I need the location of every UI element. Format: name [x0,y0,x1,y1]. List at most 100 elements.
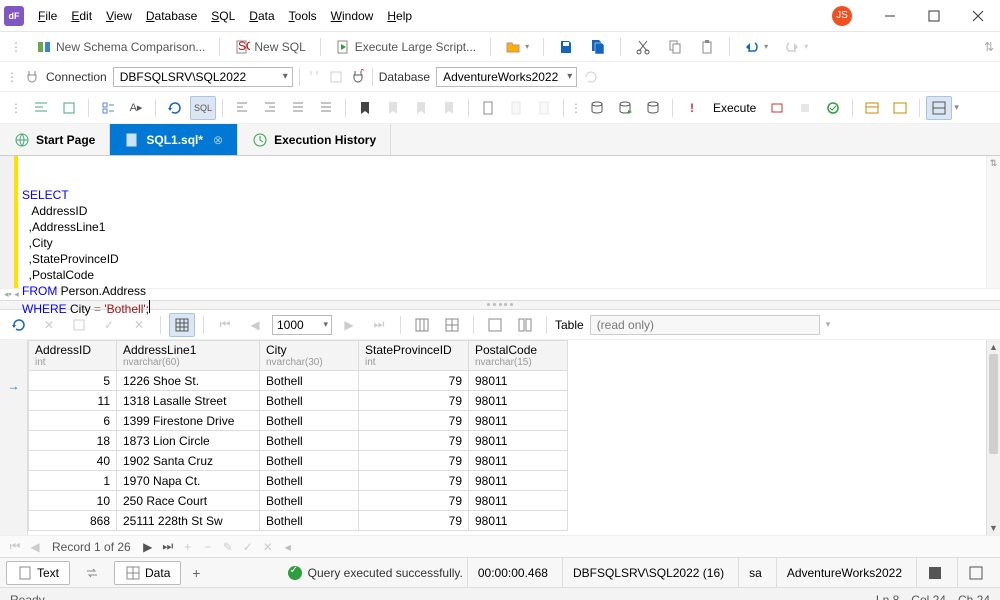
result-tab-text[interactable]: Text [6,561,70,585]
paste-button[interactable] [693,36,721,58]
page-size-combo[interactable]: 1000 [272,315,332,335]
nav-next-icon[interactable]: ▶ [139,540,157,554]
table-row[interactable]: 61399 Firestone DriveBothell7998011 [29,411,568,431]
titlebar: dF FileEditViewDatabaseSQLDataToolsWindo… [0,0,1000,32]
save-all-button[interactable] [584,36,612,58]
history-icon [252,132,268,148]
user-badge[interactable]: JS [832,6,852,26]
tab-execution-history[interactable]: Execution History [238,124,391,155]
menu-tools[interactable]: Tools [283,5,323,27]
menu-window[interactable]: Window [325,5,380,27]
toolbar-sql: ⋮ A▸ SQL ⋮ ! Execute ▾ [0,92,1000,124]
bookmark-clear-icon[interactable] [436,96,462,120]
table-row[interactable]: 11970 Napa Ct.Bothell7998011 [29,471,568,491]
col-addressline1[interactable]: AddressLine1nvarchar(60) [117,341,260,371]
new-connection-icon[interactable]: * [350,69,366,85]
bookmark-icon[interactable] [352,96,378,120]
table-row[interactable]: 401902 Santa CruzBothell7998011 [29,451,568,471]
minimize-button[interactable] [872,4,908,28]
print-icon[interactable] [531,96,557,120]
results-pane-icon[interactable] [926,96,952,120]
db-play-icon[interactable] [612,96,638,120]
layout-toggle-2[interactable] [957,558,994,587]
result-tab-data[interactable]: Data [114,561,181,585]
grid-view-icon[interactable] [859,96,885,120]
col-city[interactable]: Citynvarchar(30) [260,341,359,371]
col-postalcode[interactable]: PostalCodenvarchar(15) [469,341,568,371]
new-schema-comparison-button[interactable]: New Schema Comparison... [30,36,211,58]
splitter[interactable] [0,300,1000,310]
menu-database[interactable]: Database [140,5,203,27]
view4-icon[interactable] [512,313,538,337]
server-icon[interactable] [328,69,344,85]
database-combo[interactable]: AdventureWorks2022 [436,67,577,87]
editor-hscroll[interactable]: ◂▪ ◂ [0,288,1000,300]
tab-sql-file[interactable]: SQL1.sql* ⊗ [110,124,238,155]
menu-data[interactable]: Data [243,5,280,27]
minimap[interactable]: ⇅ [986,156,1000,288]
col-stateprovinceid[interactable]: StateProvinceIDint [359,341,469,371]
indent-left-icon[interactable] [229,96,255,120]
view3-icon[interactable] [482,313,508,337]
table-row[interactable]: 51226 Shoe St.Bothell7998011 [29,371,568,391]
maximize-button[interactable] [916,4,952,28]
sql-editor[interactable]: SELECT AddressID ,AddressLine1 ,City ,St… [0,156,1000,288]
results-toolbar: ✕ ✓ ✕ ⏮ ◀ 1000 ▶ ⏭ Table (read only) ▾ [0,310,1000,340]
table-label: Table [555,318,584,332]
wrap-icon[interactable] [56,96,82,120]
add-result-tab[interactable]: + [185,565,207,581]
col-addressid[interactable]: AddressIDint [29,341,117,371]
table-row[interactable]: 181873 Lion CircleBothell7998011 [29,431,568,451]
bookmark-prev-icon[interactable] [380,96,406,120]
disconnect-icon[interactable] [306,69,322,85]
refresh-db-icon[interactable] [583,69,599,85]
view2-icon[interactable] [439,313,465,337]
results-grid[interactable]: AddressIDintAddressLine1nvarchar(60)City… [28,340,1000,535]
outline-icon[interactable] [95,96,121,120]
refresh-icon[interactable] [162,96,188,120]
table-row[interactable]: 10250 Race CourtBothell7998011 [29,491,568,511]
comment-icon[interactable] [285,96,311,120]
save-doc-icon[interactable] [503,96,529,120]
layout-toggle-1[interactable] [916,558,953,587]
grid-mode-icon[interactable] [169,313,195,337]
commit-icon[interactable] [820,96,846,120]
bookmark-next-icon[interactable] [408,96,434,120]
execute-step-icon[interactable] [764,96,790,120]
connection-combo[interactable]: DBFSQLSRV\SQL2022 [113,67,293,87]
new-sql-button[interactable]: SQL New SQL [228,36,311,58]
menu-view[interactable]: View [100,5,138,27]
redo-button[interactable]: ▾ [778,36,814,58]
result-tab-swap[interactable] [74,562,110,584]
table-row[interactable]: 111318 Lasalle StreetBothell7998011 [29,391,568,411]
undo-button[interactable]: ▾ [738,36,774,58]
db-snippet-icon[interactable] [584,96,610,120]
execute-icon[interactable]: ! [679,96,705,120]
save-button[interactable] [552,36,580,58]
menu-sql[interactable]: SQL [205,5,241,27]
sql-mode-icon[interactable]: SQL [190,96,216,120]
table-row[interactable]: 86825111 228th St SwBothell7998011 [29,511,568,531]
menu-help[interactable]: Help [381,5,418,27]
execute-button[interactable]: Execute [707,98,762,118]
menu-file[interactable]: File [32,5,63,27]
menu-edit[interactable]: Edit [65,5,98,27]
text-view-icon[interactable] [887,96,913,120]
uncomment-icon[interactable] [313,96,339,120]
case-icon[interactable]: A▸ [123,96,149,120]
close-tab-icon[interactable]: ⊗ [213,133,223,147]
tab-start-page[interactable]: Start Page [0,124,110,155]
close-button[interactable] [960,4,996,28]
cut-button[interactable] [629,36,657,58]
grid-vscroll[interactable]: ▲▼ [986,340,1000,535]
copy-button[interactable] [661,36,689,58]
indent-right-icon[interactable] [257,96,283,120]
execute-large-script-button[interactable]: Execute Large Script... [329,36,482,58]
stop-icon[interactable] [792,96,818,120]
nav-last-icon[interactable]: ⏭ [159,539,177,554]
format-icon[interactable] [28,96,54,120]
db-edit-icon[interactable] [640,96,666,120]
view1-icon[interactable] [409,313,435,337]
new-doc-icon[interactable] [475,96,501,120]
open-button[interactable]: ▾ [499,36,535,58]
